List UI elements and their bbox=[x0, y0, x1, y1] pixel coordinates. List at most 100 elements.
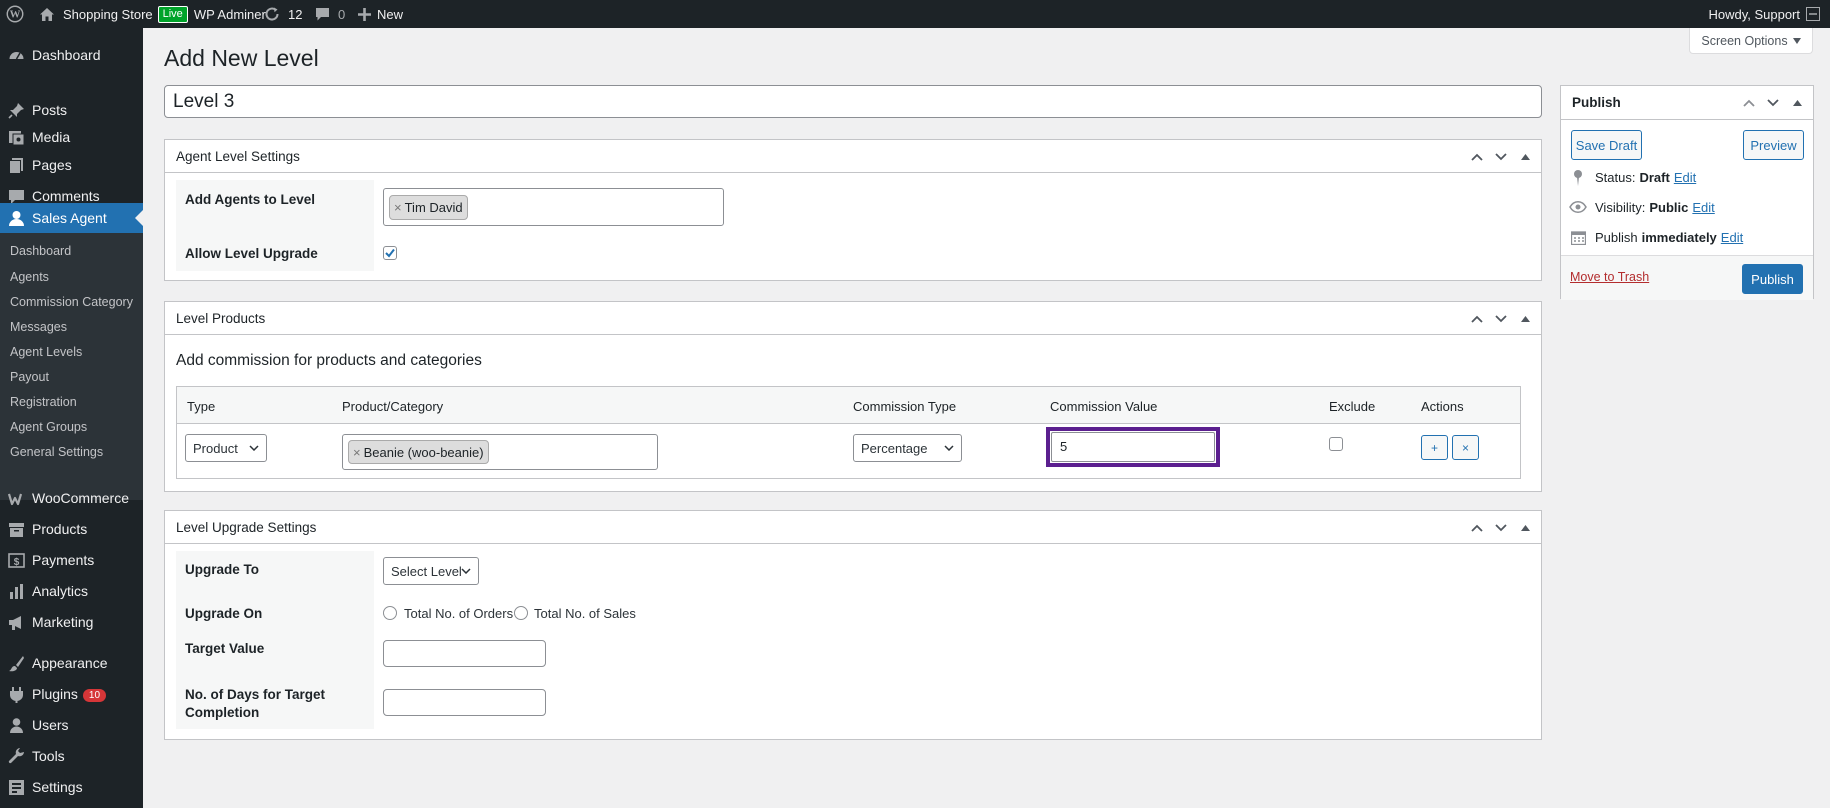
agent-chip-label: Tim David bbox=[404, 200, 463, 215]
updates-icon bbox=[264, 6, 280, 22]
box-title: Level Products bbox=[176, 310, 266, 326]
collapse-toggle-icon[interactable] bbox=[1515, 309, 1535, 329]
days-target-label-line2: Completion bbox=[185, 705, 260, 720]
move-up-icon[interactable] bbox=[1467, 147, 1487, 167]
remove-row-button[interactable]: × bbox=[1452, 435, 1479, 460]
screen-options-label: Screen Options bbox=[1701, 33, 1788, 48]
type-select[interactable]: Product bbox=[185, 434, 267, 462]
wordpress-logo-icon[interactable]: W bbox=[6, 0, 24, 28]
submenu-agent-groups[interactable]: Agent Groups bbox=[10, 420, 87, 434]
status-value: Draft bbox=[1639, 169, 1670, 185]
sales-agent-submenu: Dashboard Agents Commission Category Mes… bbox=[0, 233, 143, 500]
menu-appearance[interactable]: Appearance bbox=[0, 648, 143, 678]
visibility-row: Visibility: Public Edit bbox=[1569, 198, 1715, 216]
submenu-commission-category[interactable]: Commission Category bbox=[10, 295, 133, 309]
checkmark-icon bbox=[385, 248, 395, 258]
edit-visibility-link[interactable]: Edit bbox=[1692, 200, 1714, 215]
submenu-dashboard[interactable]: Dashboard bbox=[10, 244, 71, 258]
handle-actions bbox=[1467, 511, 1535, 544]
edit-publish-time-link[interactable]: Edit bbox=[1721, 230, 1743, 245]
chevron-down-icon bbox=[944, 445, 954, 451]
radio-total-sales[interactable] bbox=[514, 606, 528, 620]
product-multiselect[interactable]: × Beanie (woo-beanie) bbox=[342, 434, 658, 470]
pin-icon bbox=[8, 102, 25, 119]
move-up-icon[interactable] bbox=[1467, 518, 1487, 538]
target-value-input[interactable] bbox=[383, 640, 546, 667]
handle-actions bbox=[1467, 140, 1535, 173]
products-heading: Add commission for products and categori… bbox=[176, 352, 482, 369]
level-title-input[interactable]: Level 3 bbox=[164, 85, 1542, 118]
save-draft-button[interactable]: Save Draft bbox=[1571, 130, 1642, 160]
submenu-payout[interactable]: Payout bbox=[10, 370, 49, 384]
wp-admin-label: WP Adminer bbox=[193, 6, 266, 22]
menu-posts[interactable]: Posts bbox=[0, 95, 143, 125]
menu-pages[interactable]: Pages bbox=[0, 150, 143, 180]
menu-media[interactable]: Media bbox=[0, 122, 143, 152]
move-to-trash-link[interactable]: Move to Trash bbox=[1570, 270, 1649, 284]
remove-chip-icon[interactable]: × bbox=[394, 200, 402, 215]
account-menu[interactable]: Howdy, Support bbox=[1708, 0, 1820, 28]
type-select-value: Product bbox=[193, 440, 238, 456]
admin-bar: W Shopping Store Live WP Adminer 12 0 Ne… bbox=[0, 0, 1830, 28]
updates-menu[interactable]: 12 bbox=[264, 0, 302, 28]
submenu-messages[interactable]: Messages bbox=[10, 320, 67, 334]
comments-menu[interactable]: 0 bbox=[315, 0, 345, 28]
remove-chip-icon[interactable]: × bbox=[353, 445, 361, 460]
new-label: New bbox=[377, 6, 404, 22]
col-actions: Actions bbox=[1421, 399, 1464, 414]
move-down-icon[interactable] bbox=[1491, 518, 1511, 538]
days-target-label-line1: No. of Days for Target bbox=[185, 687, 326, 702]
menu-tools[interactable]: Tools bbox=[0, 741, 143, 771]
submenu-agent-levels[interactable]: Agent Levels bbox=[10, 345, 82, 359]
move-down-icon[interactable] bbox=[1491, 147, 1511, 167]
menu-sales-agent[interactable]: Sales Agent bbox=[0, 203, 143, 233]
col-commission-type: Commission Type bbox=[853, 399, 957, 414]
postbox-header: Level Products bbox=[165, 302, 1541, 335]
screen-options-button[interactable]: Screen Options bbox=[1689, 28, 1813, 54]
svg-text:W: W bbox=[10, 9, 21, 21]
site-menu[interactable]: Shopping Store Live WP Adminer bbox=[39, 0, 266, 28]
menu-marketing[interactable]: Marketing bbox=[0, 607, 143, 637]
woocommerce-icon bbox=[8, 490, 25, 507]
level-products-box: Level Products Add commission for produc… bbox=[164, 301, 1542, 492]
agents-multiselect[interactable]: × Tim David bbox=[383, 188, 724, 226]
upgrade-to-label: Upgrade To bbox=[185, 562, 259, 577]
commission-value-input[interactable]: 5 bbox=[1051, 432, 1215, 462]
menu-payments[interactable]: $ Payments bbox=[0, 545, 143, 575]
upgrade-to-select[interactable]: Select Level bbox=[383, 557, 479, 585]
publish-button[interactable]: Publish bbox=[1742, 264, 1803, 294]
menu-dashboard[interactable]: Dashboard bbox=[0, 40, 143, 70]
days-target-input[interactable] bbox=[383, 689, 546, 716]
collapse-toggle-icon[interactable] bbox=[1787, 93, 1807, 113]
move-down-icon[interactable] bbox=[1763, 93, 1783, 113]
bar-chart-icon bbox=[8, 583, 25, 600]
menu-settings[interactable]: Settings bbox=[0, 772, 143, 802]
agent-level-settings-box: Agent Level Settings Add Agents to Level… bbox=[164, 139, 1542, 281]
menu-woocommerce[interactable]: WooCommerce bbox=[0, 483, 143, 513]
visibility-label: Visibility: bbox=[1595, 199, 1646, 215]
commission-value: 5 bbox=[1060, 439, 1068, 454]
collapse-toggle-icon[interactable] bbox=[1515, 518, 1535, 538]
menu-products[interactable]: Products bbox=[0, 514, 143, 544]
days-target-label: No. of Days for Target Completion bbox=[185, 686, 325, 722]
exclude-checkbox[interactable] bbox=[1329, 437, 1343, 451]
radio-total-orders[interactable] bbox=[383, 606, 397, 620]
submenu-registration[interactable]: Registration bbox=[10, 395, 77, 409]
menu-plugins[interactable]: Plugins 10 bbox=[0, 679, 143, 709]
add-row-button[interactable]: + bbox=[1421, 435, 1448, 460]
move-down-icon[interactable] bbox=[1491, 309, 1511, 329]
allow-upgrade-checkbox[interactable] bbox=[383, 246, 397, 260]
new-content-menu[interactable]: New bbox=[358, 0, 403, 28]
commission-type-select[interactable]: Percentage bbox=[853, 434, 962, 462]
move-up-icon[interactable] bbox=[1467, 309, 1487, 329]
box-title: Agent Level Settings bbox=[176, 148, 300, 164]
menu-analytics[interactable]: Analytics bbox=[0, 576, 143, 606]
preview-button[interactable]: Preview bbox=[1743, 130, 1804, 160]
edit-status-link[interactable]: Edit bbox=[1674, 170, 1696, 185]
collapse-toggle-icon[interactable] bbox=[1515, 147, 1535, 167]
menu-users[interactable]: Users bbox=[0, 710, 143, 740]
submenu-general-settings[interactable]: General Settings bbox=[10, 445, 103, 459]
move-up-icon[interactable] bbox=[1739, 93, 1759, 113]
level-upgrade-settings-box: Level Upgrade Settings Upgrade To Select… bbox=[164, 510, 1542, 740]
submenu-agents[interactable]: Agents bbox=[10, 270, 49, 284]
